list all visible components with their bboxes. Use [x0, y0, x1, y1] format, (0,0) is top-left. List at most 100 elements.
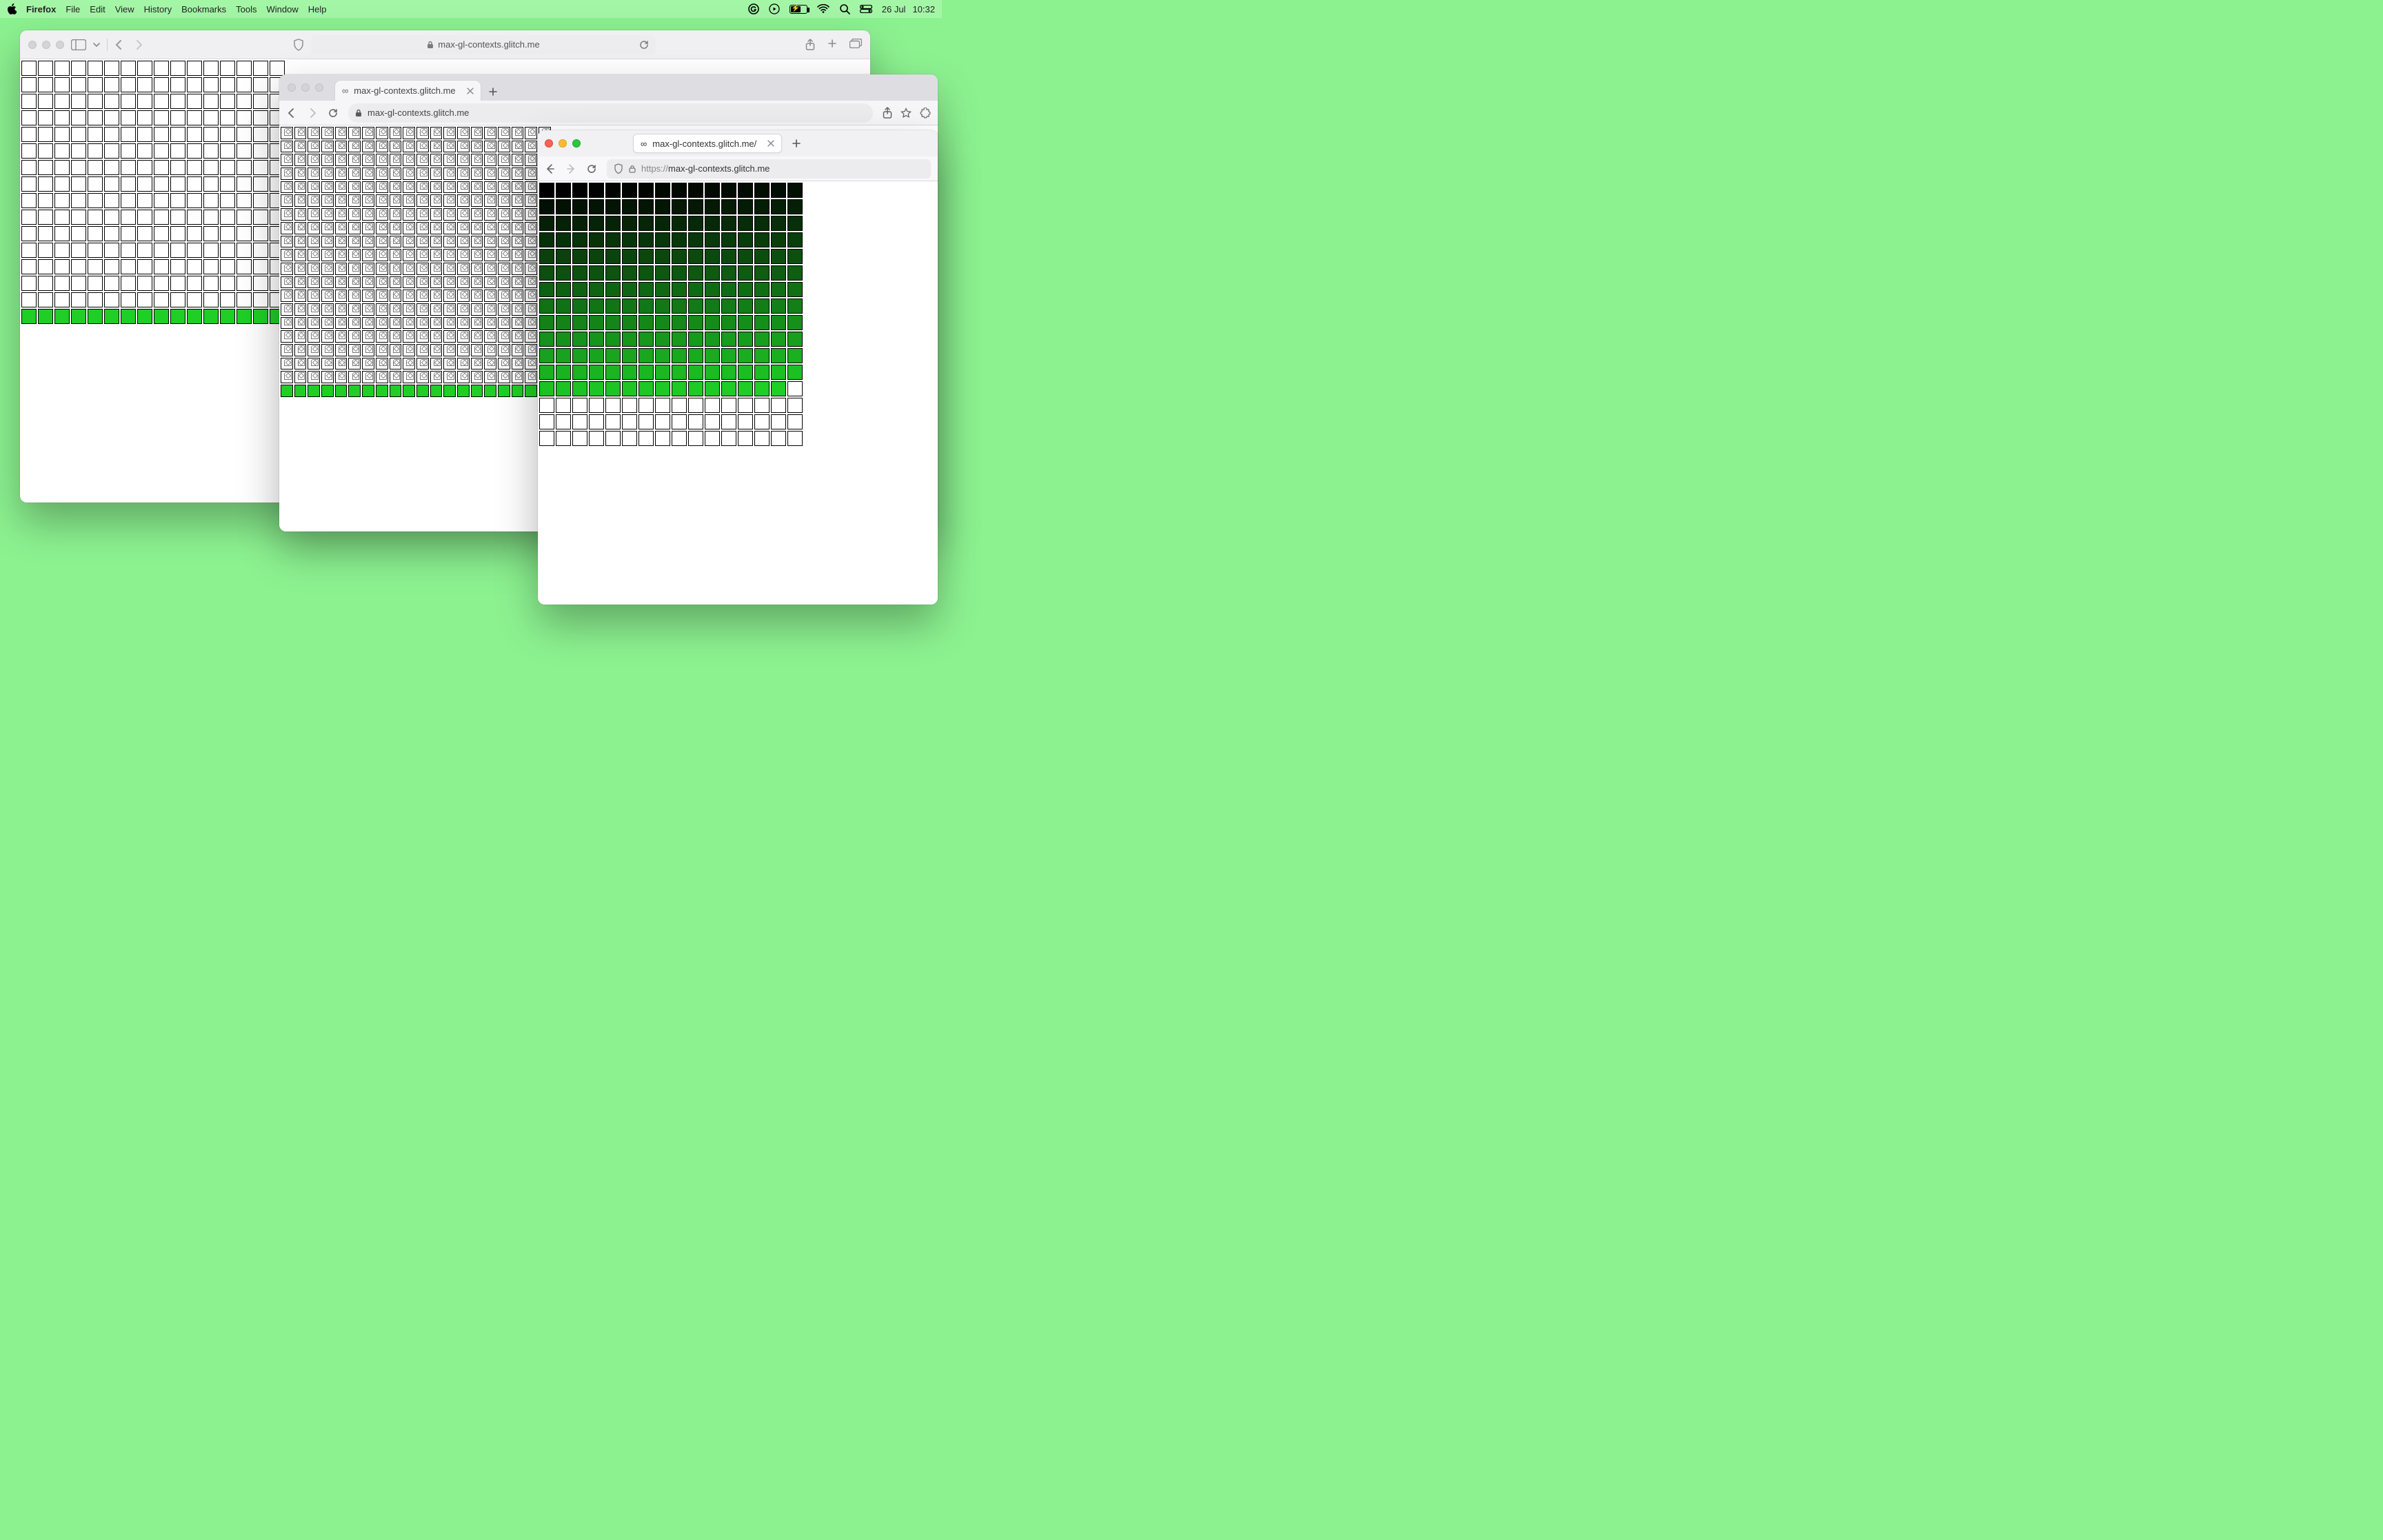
menu-window[interactable]: Window: [267, 4, 299, 14]
canvas-cell: [203, 243, 219, 258]
canvas-cell: [362, 141, 374, 153]
canvas-cell: [220, 176, 235, 192]
canvas-cell: [771, 348, 786, 363]
canvas-cell: [457, 194, 470, 207]
canvas-cell: [539, 381, 554, 396]
canvas-cell: [403, 249, 415, 261]
extensions-puzzle-icon[interactable]: [920, 108, 931, 119]
traffic-zoom-icon[interactable]: [56, 41, 64, 49]
canvas-cell: [104, 226, 119, 241]
traffic-close-icon[interactable]: [288, 83, 296, 92]
canvas-cell: [655, 381, 670, 396]
reload-icon[interactable]: [639, 40, 649, 50]
chrome-tab[interactable]: ∞ max-gl-contexts.glitch.me: [334, 80, 481, 101]
safari-forward-icon[interactable]: [135, 39, 143, 50]
traffic-close-icon[interactable]: [28, 41, 37, 49]
canvas-cell: [705, 199, 720, 214]
reload-icon[interactable]: [328, 108, 339, 119]
canvas-cell: [512, 344, 524, 356]
grammarly-menubar-icon[interactable]: [748, 3, 759, 14]
canvas-cell: [237, 127, 252, 142]
canvas-cell: [471, 263, 483, 275]
menu-edit[interactable]: Edit: [90, 4, 105, 14]
chrome-omnibox[interactable]: max-gl-contexts.glitch.me: [348, 103, 873, 123]
canvas-cell: [605, 381, 621, 396]
canvas-cell: [121, 193, 136, 208]
safari-url-text: max-gl-contexts.glitch.me: [438, 39, 539, 50]
canvas-cell: [787, 381, 803, 396]
canvas-cell: [88, 176, 103, 192]
canvas-cell: [335, 236, 348, 248]
tracking-protection-shield-icon[interactable]: [614, 163, 623, 174]
canvas-cell: [38, 210, 53, 225]
traffic-zoom-icon[interactable]: [572, 139, 581, 148]
back-icon[interactable]: [286, 108, 297, 119]
menu-history[interactable]: History: [144, 4, 172, 14]
traffic-minimize-icon[interactable]: [301, 83, 310, 92]
menu-file[interactable]: File: [66, 4, 80, 14]
safari-traffic-lights[interactable]: [28, 41, 64, 49]
apple-menu-icon[interactable]: [7, 3, 17, 14]
canvas-cell: [622, 199, 637, 214]
canvas-cell: [688, 199, 703, 214]
new-tab-button[interactable]: [484, 83, 502, 101]
canvas-cell: [71, 94, 86, 109]
menubar-clock[interactable]: 26 Jul 10:32: [882, 4, 935, 14]
share-icon[interactable]: [805, 39, 815, 51]
reload-icon[interactable]: [586, 163, 597, 174]
firefox-url-text: https://max-gl-contexts.glitch.me: [641, 163, 770, 174]
firefox-traffic-lights[interactable]: [545, 139, 581, 148]
share-icon[interactable]: [883, 107, 892, 119]
firefox-tab[interactable]: ∞ max-gl-contexts.glitch.me/: [633, 134, 782, 153]
chevron-down-icon[interactable]: [93, 41, 100, 48]
menu-tools[interactable]: Tools: [236, 4, 257, 14]
canvas-cell: [754, 249, 770, 264]
safari-address-bar[interactable]: max-gl-contexts.glitch.me: [311, 35, 656, 54]
canvas-cell: [771, 199, 786, 214]
traffic-close-icon[interactable]: [545, 139, 553, 148]
canvas-cell: [308, 168, 320, 180]
chrome-traffic-lights[interactable]: [288, 83, 323, 92]
safari-privacy-shield-icon[interactable]: [293, 39, 304, 51]
canvas-cell: [484, 344, 496, 356]
canvas-cell: [321, 127, 334, 139]
canvas-cell: [321, 303, 334, 316]
traffic-zoom-icon[interactable]: [315, 83, 323, 92]
canvas-cell: [484, 330, 496, 343]
canvas-cell: [556, 414, 571, 429]
traffic-minimize-icon[interactable]: [559, 139, 567, 148]
forward-icon[interactable]: [307, 108, 318, 119]
back-icon[interactable]: [545, 163, 556, 174]
menu-help[interactable]: Help: [308, 4, 327, 14]
traffic-minimize-icon[interactable]: [42, 41, 50, 49]
control-center-icon[interactable]: [860, 5, 872, 13]
canvas-cell: [721, 381, 736, 396]
canvas-cell: [416, 385, 429, 397]
battery-menubar-icon[interactable]: ⚡: [790, 5, 807, 14]
wifi-menubar-icon[interactable]: [817, 4, 829, 14]
new-tab-button[interactable]: [787, 134, 805, 152]
menubar-app-name[interactable]: Firefox: [26, 4, 56, 14]
menu-bookmarks[interactable]: Bookmarks: [181, 4, 226, 14]
safari-sidebar-toggle-icon[interactable]: [71, 39, 86, 50]
tab-favicon-infinity-icon: ∞: [641, 139, 647, 149]
lock-icon[interactable]: [629, 165, 636, 173]
canvas-cell: [362, 263, 374, 275]
canvas-cell: [220, 259, 235, 274]
tab-overview-icon[interactable]: [849, 39, 862, 51]
canvas-cell: [137, 292, 152, 307]
new-tab-icon[interactable]: [827, 39, 837, 51]
canvas-cell: [512, 141, 524, 153]
firefox-urlbar[interactable]: https://max-gl-contexts.glitch.me: [607, 159, 931, 179]
canvas-cell: [154, 176, 169, 192]
media-playing-menubar-icon[interactable]: [769, 3, 780, 14]
canvas-cell: [484, 303, 496, 316]
menu-view[interactable]: View: [115, 4, 134, 14]
spotlight-search-icon[interactable]: [839, 3, 850, 14]
forward-icon[interactable]: [565, 163, 576, 174]
safari-back-icon[interactable]: [114, 39, 123, 50]
bookmark-star-icon[interactable]: [901, 108, 912, 119]
close-icon[interactable]: [467, 88, 474, 94]
close-icon[interactable]: [767, 140, 774, 147]
canvas-cell: [21, 127, 37, 142]
